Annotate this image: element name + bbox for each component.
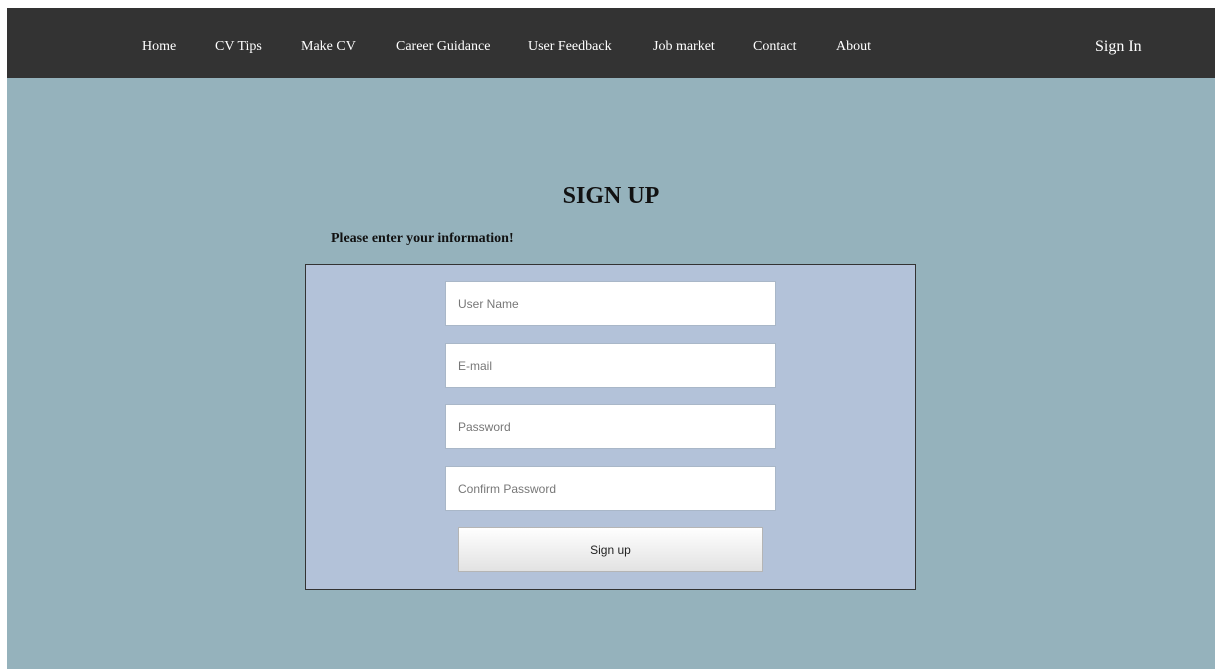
password-input[interactable] xyxy=(445,404,776,449)
nav-item-cv-tips[interactable]: CV Tips xyxy=(215,8,262,78)
nav-item-make-cv[interactable]: Make CV xyxy=(301,8,356,78)
top-navbar: Home CV Tips Make CV Career Guidance Use… xyxy=(7,8,1215,78)
signup-form: Sign up xyxy=(305,264,916,590)
email-input[interactable] xyxy=(445,343,776,388)
nav-item-about[interactable]: About xyxy=(836,8,871,78)
page-frame: Home CV Tips Make CV Career Guidance Use… xyxy=(7,8,1215,669)
sign-up-button[interactable]: Sign up xyxy=(458,527,763,572)
nav-item-user-feedback[interactable]: User Feedback xyxy=(528,8,612,78)
sign-in-link[interactable]: Sign In xyxy=(1095,8,1142,78)
nav-item-home[interactable]: Home xyxy=(142,8,176,78)
nav-item-career-guidance[interactable]: Career Guidance xyxy=(396,8,490,78)
form-instructions: Please enter your information! xyxy=(331,231,514,246)
nav-item-contact[interactable]: Contact xyxy=(753,8,797,78)
nav-item-job-market[interactable]: Job market xyxy=(653,8,715,78)
username-input[interactable] xyxy=(445,281,776,326)
page-title: SIGN UP xyxy=(562,183,660,209)
confirm-password-input[interactable] xyxy=(445,466,776,511)
